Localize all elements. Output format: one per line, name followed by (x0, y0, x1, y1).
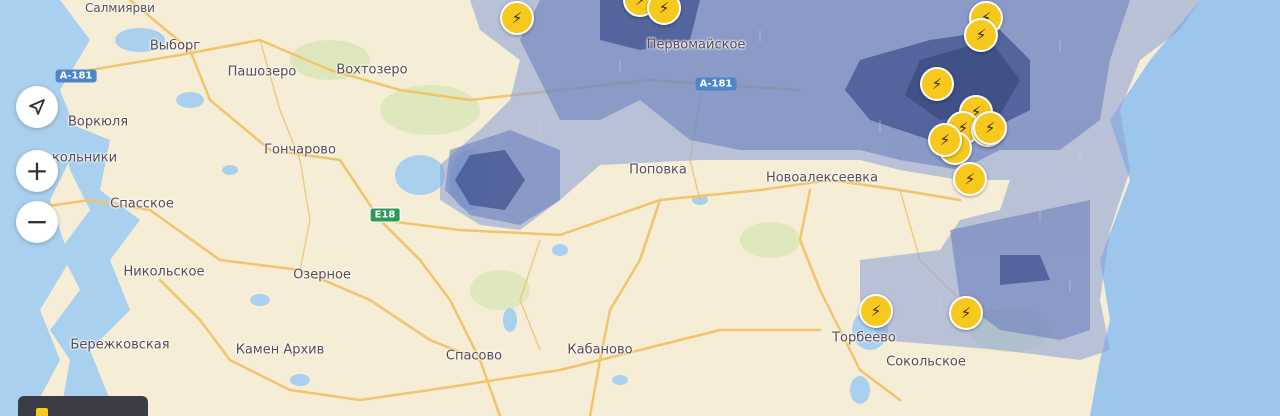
place-label: Салмиярви (85, 1, 155, 15)
place-label: Новоалексеевка (765, 170, 879, 186)
lightning-legend-swatch (36, 408, 48, 416)
place-label: Воркюля (67, 114, 129, 130)
zoom-in-button[interactable]: + (16, 150, 58, 192)
place-label: Пашозеро (227, 64, 297, 80)
place-label: Кабаново (567, 342, 633, 358)
place-label: Поповка (629, 162, 687, 178)
road-badge-a181: А-181 (55, 69, 97, 83)
place-label: Гончарово (264, 142, 336, 158)
place-label: Вохтозеро (336, 62, 408, 78)
lightning-marker[interactable]: ⚡ (953, 162, 987, 196)
weather-map[interactable]: А-181 А-181 Е18 Салмиярви Выборг Пашозер… (0, 0, 1280, 416)
zoom-out-button[interactable]: − (16, 201, 58, 243)
place-label: Бережковская (70, 337, 170, 353)
place-label: Торбеево (832, 330, 896, 346)
place-label: Озерное (293, 267, 351, 283)
lightning-marker[interactable]: ⚡ (500, 1, 534, 35)
locate-button[interactable] (16, 86, 58, 128)
place-label: Выборг (149, 38, 201, 54)
minus-icon: − (25, 205, 49, 238)
road-badge-a181-east: А-181 (695, 77, 737, 91)
place-label: Сокольское (886, 354, 966, 370)
lightning-marker[interactable]: ⚡ (949, 296, 983, 330)
road-badge-e18: Е18 (369, 207, 401, 223)
lightning-marker[interactable]: ⚡ (964, 18, 998, 52)
place-label: Спасово (445, 348, 503, 364)
lightning-marker[interactable]: ⚡ (920, 67, 954, 101)
lightning-marker[interactable]: ⚡ (973, 111, 1007, 145)
lightning-marker[interactable]: ⚡ (928, 123, 962, 157)
legend-panel[interactable] (18, 396, 148, 416)
map-base-layer (0, 0, 1280, 416)
navigation-arrow-icon (29, 99, 45, 115)
place-label: Камен Архив (235, 342, 325, 358)
place-label: Никольское (123, 264, 205, 280)
place-label: Первомайское (646, 37, 746, 53)
plus-icon: + (25, 154, 49, 187)
lightning-marker[interactable]: ⚡ (859, 294, 893, 328)
place-label: Спасское (110, 196, 174, 212)
